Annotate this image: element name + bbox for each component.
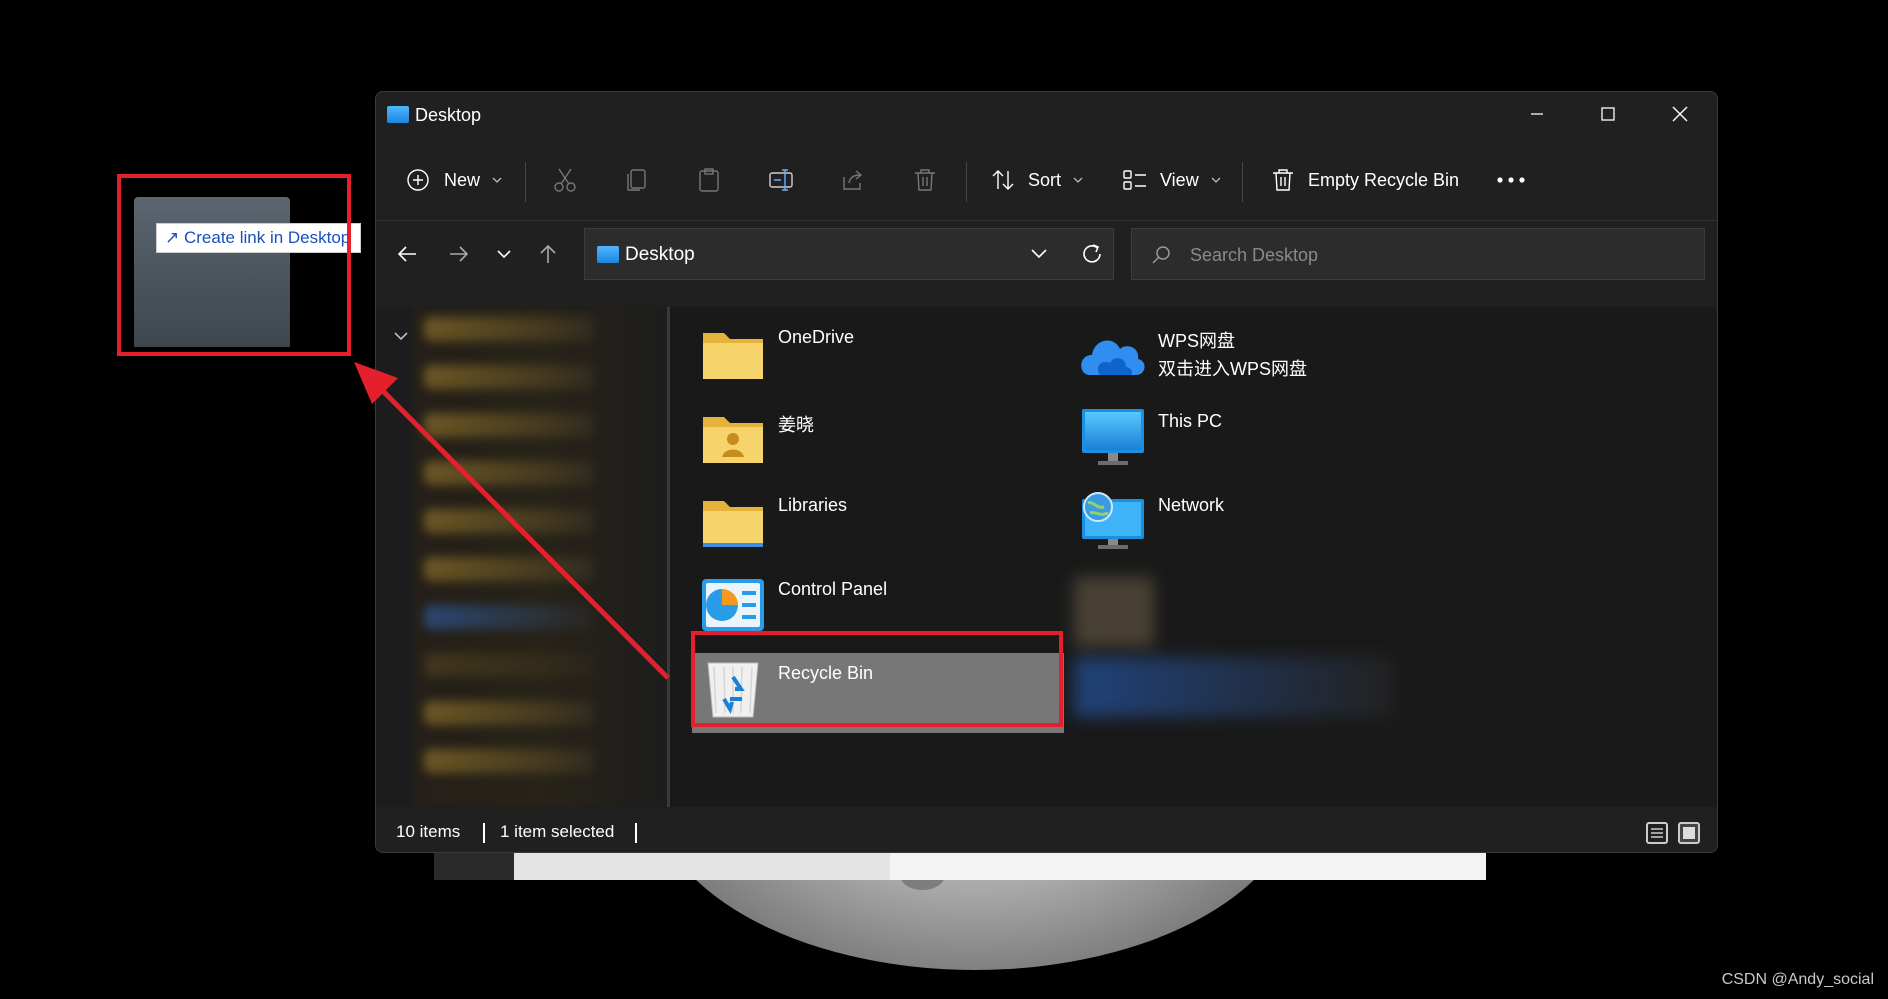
watermark: CSDN @Andy_social xyxy=(1721,971,1874,988)
annotation-arrow xyxy=(354,362,670,680)
